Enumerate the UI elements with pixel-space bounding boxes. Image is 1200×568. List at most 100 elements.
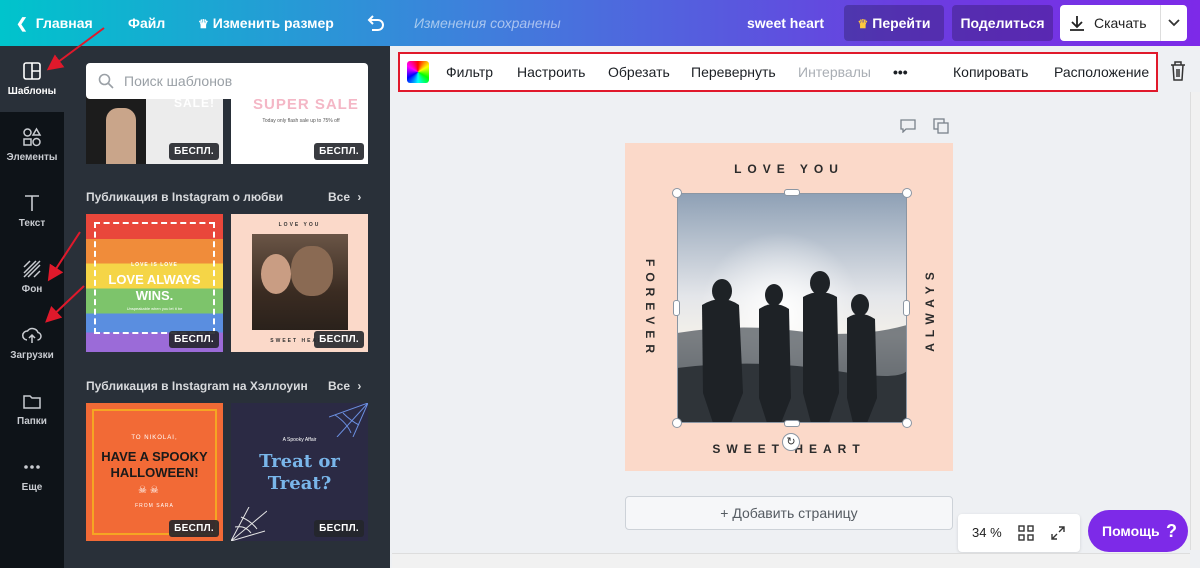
top-bar: ❮ Главная Файл ♛ Изменить размер Изменения… — [0, 0, 1200, 46]
search-icon — [98, 73, 114, 89]
thumbnail-text: HALLOWEEN! — [110, 465, 199, 480]
go-label: Перейти — [872, 15, 931, 31]
saved-status: Изменения сохранены — [414, 15, 561, 31]
vertical-scrollbar[interactable] — [1190, 92, 1200, 550]
more-options-button[interactable]: ••• — [893, 54, 908, 90]
design-text-left[interactable]: FOREVER — [643, 259, 657, 359]
sidebar-item-folders[interactable]: Папки — [0, 376, 64, 442]
filter-button[interactable]: Фильтр — [446, 54, 493, 90]
thumbnail-text: HAVE A SPOOKY — [101, 449, 208, 464]
section-title: Публикация в Instagram на Хэллоуин — [86, 379, 308, 393]
sidebar-item-text[interactable]: Текст — [0, 178, 64, 244]
horizontal-scrollbar[interactable] — [392, 553, 1190, 568]
free-badge: БЕСПЛ. — [314, 143, 364, 160]
spacing-button[interactable]: Интервалы — [798, 54, 871, 90]
add-page-button[interactable]: + Добавить страницу — [625, 496, 953, 530]
resize-label: Изменить размер — [212, 15, 334, 31]
free-badge: БЕСПЛ. — [169, 331, 219, 348]
comment-icon[interactable] — [900, 119, 916, 133]
elements-icon — [23, 127, 42, 147]
go-button[interactable]: ♛ Перейти — [844, 5, 944, 41]
download-options-button[interactable] — [1160, 5, 1187, 41]
thumbnail-text: WINS. — [135, 288, 174, 303]
color-swatch[interactable] — [407, 61, 429, 83]
resize-handle-bottom[interactable] — [784, 420, 800, 427]
sidebar-item-templates[interactable]: Шаблоны — [0, 46, 64, 112]
template-thumbnail-love-you[interactable]: LOVE YOU SWEET HEART БЕСПЛ. — [231, 214, 368, 352]
thumbnail-text: LOVE IS LOVE — [131, 262, 178, 268]
crop-button[interactable]: Обрезать — [608, 54, 670, 90]
text-icon — [25, 195, 39, 211]
resize-handle-top-left[interactable] — [672, 188, 682, 198]
upload-icon — [22, 327, 42, 343]
share-button[interactable]: Поделиться — [952, 5, 1053, 41]
see-all-link[interactable]: Все › — [328, 190, 361, 204]
see-all-label: Все — [328, 379, 351, 393]
undo-icon[interactable] — [364, 12, 386, 34]
template-thumbnail-love-always-wins[interactable]: LOVE IS LOVE LOVE ALWAYS WINS. Unspeakab… — [86, 214, 223, 352]
thumbnail-text: Unspeakable when you let it be — [126, 306, 183, 311]
sidebar-item-more[interactable]: Еще — [0, 442, 64, 508]
free-badge: БЕСПЛ. — [169, 143, 219, 160]
trash-icon[interactable] — [1168, 60, 1188, 82]
rotate-icon: ↻ — [786, 436, 796, 448]
crown-icon: ♛ — [198, 17, 209, 31]
see-all-label: Все — [328, 190, 351, 204]
sidebar-item-label: Папки — [17, 416, 47, 427]
resize-handle-top[interactable] — [784, 189, 800, 196]
template-thumbnail-treat[interactable]: A Spooky Affair Treat or Treat? БЕСПЛ. — [231, 403, 368, 541]
resize-handle-bottom-right[interactable] — [902, 418, 912, 428]
copy-button[interactable]: Копировать — [953, 54, 1028, 90]
design-text-top[interactable]: LOVE YOU — [625, 162, 953, 176]
resize-handle-right[interactable] — [903, 300, 910, 316]
folder-icon — [23, 395, 41, 409]
help-button[interactable]: Помощь ? — [1088, 510, 1188, 552]
resize-handle-top-right[interactable] — [902, 188, 912, 198]
templates-icon — [23, 62, 41, 80]
download-icon — [1070, 16, 1084, 31]
sidebar-item-elements[interactable]: Элементы — [0, 112, 64, 178]
zoom-level[interactable]: 34 % — [972, 514, 1002, 552]
section-title: Публикация в Instagram о любви — [86, 190, 284, 204]
crown-icon: ♛ — [857, 17, 869, 31]
background-icon — [23, 260, 41, 278]
file-menu[interactable]: Файл — [128, 0, 165, 46]
download-button[interactable]: Скачать — [1060, 5, 1160, 41]
selection-frame — [677, 193, 907, 423]
thumbnail-text: A Spooky Affair — [282, 437, 317, 443]
rotate-handle[interactable]: ↻ — [782, 433, 800, 451]
resize-handle-bottom-left[interactable] — [672, 418, 682, 428]
sidebar-item-background[interactable]: Фон — [0, 244, 64, 310]
search-input[interactable]: Поиск шаблонов — [86, 63, 368, 99]
design-text-right[interactable]: ALWAYS — [923, 259, 937, 359]
help-icon: ? — [1166, 521, 1177, 541]
search-placeholder: Поиск шаблонов — [124, 73, 233, 89]
chevron-left-icon: ❮ — [16, 15, 28, 31]
grid-view-icon[interactable] — [1018, 525, 1034, 541]
sidebar-item-uploads[interactable]: Загрузки — [0, 310, 64, 376]
thumbnail-text: LOVE YOU — [278, 222, 321, 228]
download-label: Скачать — [1094, 15, 1147, 31]
document-title[interactable]: sweet heart — [747, 0, 824, 46]
position-button[interactable]: Расположение — [1054, 54, 1149, 90]
flip-button[interactable]: Перевернуть — [691, 54, 776, 90]
sidebar: Шаблоны Элементы Текст Фон Загрузки Папк… — [0, 46, 64, 568]
thumbnail-text: Treat? — [267, 473, 332, 494]
template-thumbnail-halloween[interactable]: TO NIKOLAI, HAVE A SPOOKY HALLOWEEN! ☠ ☠… — [86, 403, 223, 541]
home-label: Главная — [35, 15, 93, 31]
free-badge: БЕСПЛ. — [169, 520, 219, 537]
see-all-link[interactable]: Все › — [328, 379, 361, 393]
home-link[interactable]: ❮ Главная — [16, 0, 93, 46]
resize-button[interactable]: ♛ Изменить размер — [198, 0, 334, 46]
fullscreen-icon[interactable] — [1050, 525, 1066, 541]
thumbnail-text: FROM SARA — [135, 503, 174, 509]
skull-icon: ☠ ☠ — [138, 485, 159, 496]
duplicate-page-icon[interactable] — [933, 118, 949, 134]
sidebar-item-label: Фон — [21, 284, 43, 295]
sidebar-item-label: Текст — [18, 218, 46, 229]
sidebar-item-label: Еще — [21, 482, 43, 493]
image-toolbar: Фильтр Настроить Обрезать Перевернуть Ин… — [398, 52, 1158, 92]
adjust-button[interactable]: Настроить — [517, 54, 585, 90]
resize-handle-left[interactable] — [673, 300, 680, 316]
free-badge: БЕСПЛ. — [314, 331, 364, 348]
